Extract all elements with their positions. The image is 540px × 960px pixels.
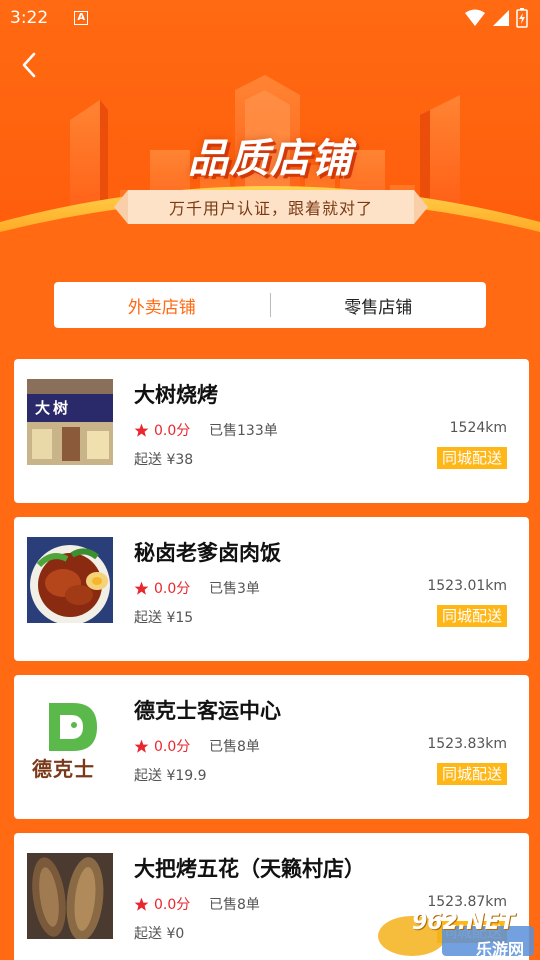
- sold-count: 已售8单: [209, 897, 260, 913]
- watermark-sub: 乐游网: [476, 940, 525, 959]
- thumb-sign-text: 大树: [35, 399, 72, 417]
- shop-card[interactable]: 德克士 德克士客运中心 0.0分 已售8单 1523.83km 起送 ¥19.9…: [14, 675, 529, 819]
- distance: 1523.83km: [427, 736, 507, 752]
- shop-name: 大树烧烤: [134, 383, 218, 407]
- slogan-ribbon: 万千用户认证，跟着就对了: [114, 190, 428, 224]
- min-order: 起送 ¥15: [134, 610, 194, 626]
- shop-rating: 0.0分: [134, 894, 190, 914]
- back-button[interactable]: [16, 50, 44, 80]
- banner-title: 品质店铺: [0, 126, 540, 184]
- shop-card[interactable]: 秘卤老爹卤肉饭 0.0分 已售3单 1523.01km 起送 ¥15 同城配送: [14, 517, 529, 661]
- status-time: 3:22: [10, 8, 49, 28]
- shop-thumbnail: [27, 853, 113, 939]
- min-order: 起送 ¥38: [134, 452, 194, 468]
- watermark-brand: 962.NET: [412, 910, 515, 935]
- rating-value: 0.0分: [154, 581, 191, 597]
- delivery-badge: 同城配送: [436, 447, 507, 469]
- signal-icon: [493, 10, 509, 26]
- star-icon: [134, 739, 149, 753]
- shop-thumbnail: 大树: [27, 379, 113, 465]
- notification-a-icon: A: [74, 11, 89, 25]
- min-order: 起送 ¥19.9: [134, 768, 207, 784]
- delivery-badge: 同城配送: [436, 605, 507, 627]
- store-type-tabs: 外卖店铺 零售店铺: [54, 282, 486, 328]
- shop-name: 秘卤老爹卤肉饭: [134, 541, 281, 565]
- shop-name: 德克士客运中心: [134, 699, 281, 723]
- star-icon: [134, 423, 149, 437]
- shop-card[interactable]: 大树 大树烧烤 0.0分 已售133单 1524km 起送 ¥38 同城配送: [14, 359, 529, 503]
- shop-name: 大把烤五花（天籁村店）: [134, 857, 365, 881]
- shop-thumbnail: 德克士: [27, 695, 113, 781]
- rating-value: 0.0分: [154, 423, 191, 439]
- chevron-left-icon: [22, 52, 36, 78]
- tab-takeout-stores[interactable]: 外卖店铺: [54, 293, 270, 318]
- status-bar: 3:22 A: [0, 0, 540, 36]
- star-icon: [134, 581, 149, 595]
- distance: 1524km: [449, 420, 507, 436]
- min-order: 起送 ¥0: [134, 926, 185, 942]
- rating-value: 0.0分: [154, 739, 191, 755]
- shop-rating: 0.0分: [134, 420, 190, 440]
- shop-thumbnail: [27, 537, 113, 623]
- rating-value: 0.0分: [154, 897, 191, 913]
- battery-charging-icon: [516, 8, 528, 28]
- thumb-logo-text: 德克士: [32, 757, 95, 781]
- sold-count: 已售8单: [209, 739, 260, 755]
- shop-list: 大树 大树烧烤 0.0分 已售133单 1524km 起送 ¥38 同城配送 秘…: [14, 359, 529, 960]
- star-icon: [134, 897, 149, 911]
- site-watermark: 962.NET 乐游网: [372, 906, 540, 960]
- shop-rating: 0.0分: [134, 578, 190, 598]
- sold-count: 已售3单: [209, 581, 260, 597]
- status-icons: [464, 8, 528, 28]
- sold-count: 已售133单: [209, 423, 278, 439]
- distance: 1523.01km: [427, 578, 507, 594]
- delivery-badge: 同城配送: [436, 763, 507, 785]
- wifi-icon: [465, 9, 485, 26]
- shop-rating: 0.0分: [134, 736, 190, 756]
- page-title: 品质店铺: [188, 136, 352, 182]
- tab-retail-stores[interactable]: 零售店铺: [271, 293, 487, 318]
- header-banner: 品质店铺 万千用户认证，跟着就对了: [0, 0, 540, 300]
